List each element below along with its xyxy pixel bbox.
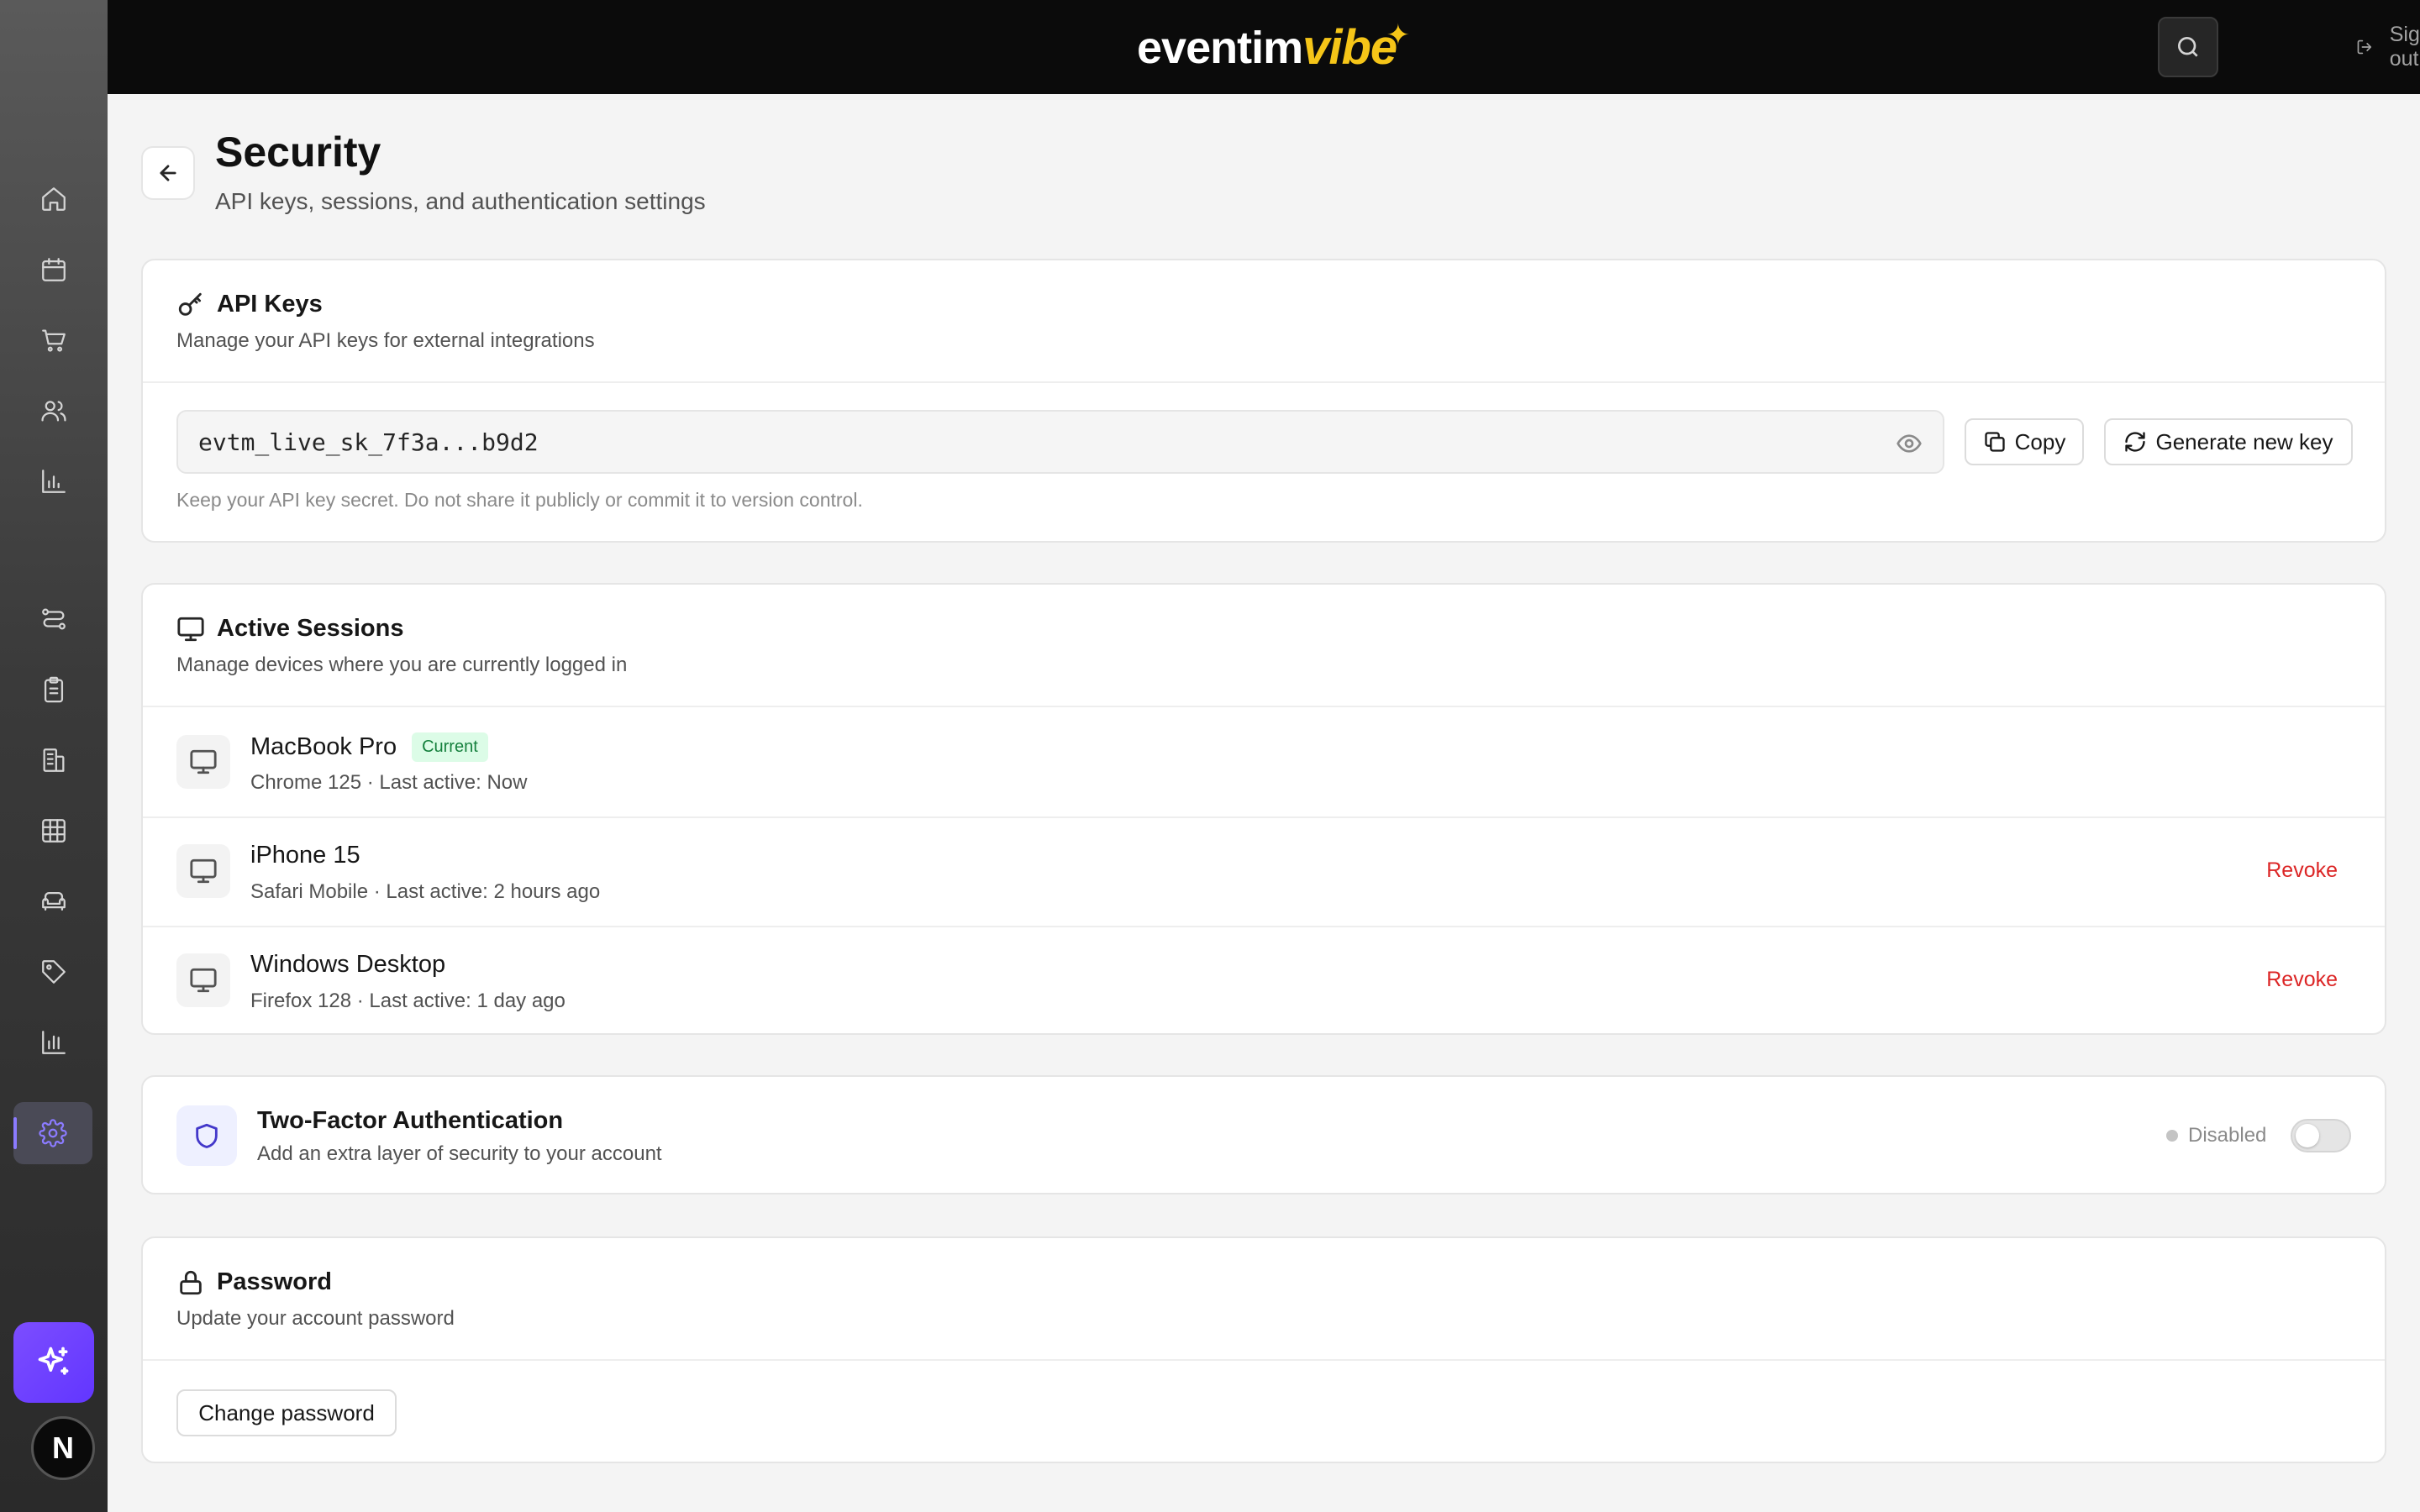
avatar[interactable]: N bbox=[31, 1416, 95, 1480]
cart-icon[interactable] bbox=[33, 319, 75, 361]
logo-star-icon: ✦ bbox=[1386, 19, 1411, 51]
sparkles-icon bbox=[38, 1347, 69, 1375]
password-title: Password bbox=[217, 1268, 332, 1295]
eye-icon[interactable] bbox=[1896, 430, 1923, 457]
session-device: iPhone 15 bbox=[250, 842, 360, 869]
revoke-button[interactable]: Revoke bbox=[2266, 858, 2338, 883]
session-row: MacBook Pro Current Chrome 125 · Last ac… bbox=[143, 707, 2385, 816]
api-key-value: evtm_live_sk_7f3a...b9d2 bbox=[198, 428, 539, 456]
session-device-name: MacBook Pro bbox=[250, 733, 397, 760]
session-device: MacBook Pro Current bbox=[250, 732, 488, 762]
copy-label: Copy bbox=[2014, 428, 2066, 454]
sign-out-label: Sign out bbox=[2389, 23, 2420, 71]
two-factor-status-label: Disabled bbox=[2188, 1124, 2267, 1147]
grid-icon[interactable] bbox=[33, 810, 75, 852]
shield-icon bbox=[176, 1105, 237, 1166]
logo-accent-text: vibe bbox=[1302, 20, 1397, 75]
sidebar: N bbox=[0, 0, 108, 1512]
bar-chart-icon[interactable] bbox=[33, 460, 75, 502]
session-meta: Chrome 125 · Last active: Now bbox=[250, 771, 528, 794]
two-factor-status: Disabled bbox=[2166, 1124, 2266, 1147]
session-device-name: Windows Desktop bbox=[250, 951, 446, 978]
session-device-name: iPhone 15 bbox=[250, 842, 360, 869]
status-dot bbox=[2166, 1130, 2178, 1142]
active-sessions-description: Manage devices where you are currently l… bbox=[176, 654, 628, 676]
key-icon bbox=[176, 291, 205, 319]
ai-assistant-button[interactable] bbox=[13, 1322, 94, 1403]
change-password-label: Change password bbox=[198, 1399, 375, 1425]
active-sessions-title: Active Sessions bbox=[217, 615, 404, 642]
current-badge: Current bbox=[412, 732, 488, 762]
api-keys-card: API Keys Manage your API keys for extern… bbox=[141, 259, 2386, 543]
monitor-icon bbox=[176, 615, 205, 643]
app-logo[interactable]: eventim vibe ✦ bbox=[1137, 18, 1410, 77]
monitor-icon bbox=[176, 735, 230, 789]
search-icon bbox=[2178, 37, 2198, 57]
flows-icon[interactable] bbox=[33, 598, 75, 640]
api-keys-description: Manage your API keys for external integr… bbox=[176, 329, 595, 352]
two-factor-card: Two-Factor Authentication Add an extra l… bbox=[141, 1075, 2386, 1194]
two-factor-description: Add an extra layer of security to your a… bbox=[257, 1142, 662, 1165]
copy-icon bbox=[1984, 432, 2005, 452]
sign-out-button[interactable]: Sign out bbox=[2356, 23, 2420, 71]
armchair-icon[interactable] bbox=[33, 880, 75, 922]
page-title: Security bbox=[215, 129, 381, 176]
copy-button[interactable]: Copy bbox=[1965, 418, 2084, 465]
home-icon[interactable] bbox=[33, 178, 75, 220]
calendar-icon[interactable] bbox=[33, 249, 75, 291]
session-device: Windows Desktop bbox=[250, 951, 445, 979]
session-meta: Safari Mobile · Last active: 2 hours ago bbox=[250, 880, 601, 903]
revoke-button[interactable]: Revoke bbox=[2266, 968, 2338, 992]
active-sessions-card: Active Sessions Manage devices where you… bbox=[141, 583, 2386, 1035]
back-button[interactable] bbox=[141, 146, 195, 200]
analytics-icon[interactable] bbox=[33, 1021, 75, 1063]
toggle-knob bbox=[2296, 1124, 2319, 1147]
session-meta: Firefox 128 · Last active: 1 day ago bbox=[250, 990, 566, 1012]
monitor-icon bbox=[176, 953, 230, 1007]
api-key-field[interactable]: evtm_live_sk_7f3a...b9d2 bbox=[176, 410, 1944, 474]
session-row: iPhone 15 Safari Mobile · Last active: 2… bbox=[143, 816, 2385, 926]
tag-icon[interactable] bbox=[33, 951, 75, 993]
divider bbox=[143, 1359, 2385, 1361]
two-factor-title: Two-Factor Authentication bbox=[257, 1107, 564, 1134]
two-factor-toggle[interactable] bbox=[2291, 1119, 2351, 1152]
top-bar: eventim vibe ✦ Sign out bbox=[108, 0, 2420, 94]
session-row: Windows Desktop Firefox 128 · Last activ… bbox=[143, 926, 2385, 1035]
api-keys-title: API Keys bbox=[217, 291, 323, 318]
monitor-icon bbox=[176, 844, 230, 898]
search-button[interactable] bbox=[2158, 17, 2218, 77]
change-password-button[interactable]: Change password bbox=[176, 1389, 397, 1436]
building-icon[interactable] bbox=[33, 739, 75, 781]
password-description: Update your account password bbox=[176, 1307, 455, 1330]
settings-icon[interactable] bbox=[13, 1102, 92, 1164]
refresh-icon bbox=[2125, 432, 2146, 452]
page-subtitle: API keys, sessions, and authentication s… bbox=[215, 188, 706, 214]
arrow-left-icon bbox=[160, 165, 176, 181]
divider bbox=[143, 381, 2385, 383]
password-card: Password Update your account password Ch… bbox=[141, 1236, 2386, 1463]
log-out-icon bbox=[2357, 39, 2372, 55]
users-icon[interactable] bbox=[33, 390, 75, 432]
generate-key-button[interactable]: Generate new key bbox=[2104, 418, 2353, 465]
generate-key-label: Generate new key bbox=[2155, 428, 2333, 454]
lock-icon bbox=[176, 1268, 205, 1297]
api-key-hint: Keep your API key secret. Do not share i… bbox=[176, 489, 863, 511]
clipboard-icon[interactable] bbox=[33, 669, 75, 711]
logo-main-text: eventim bbox=[1137, 23, 1303, 73]
